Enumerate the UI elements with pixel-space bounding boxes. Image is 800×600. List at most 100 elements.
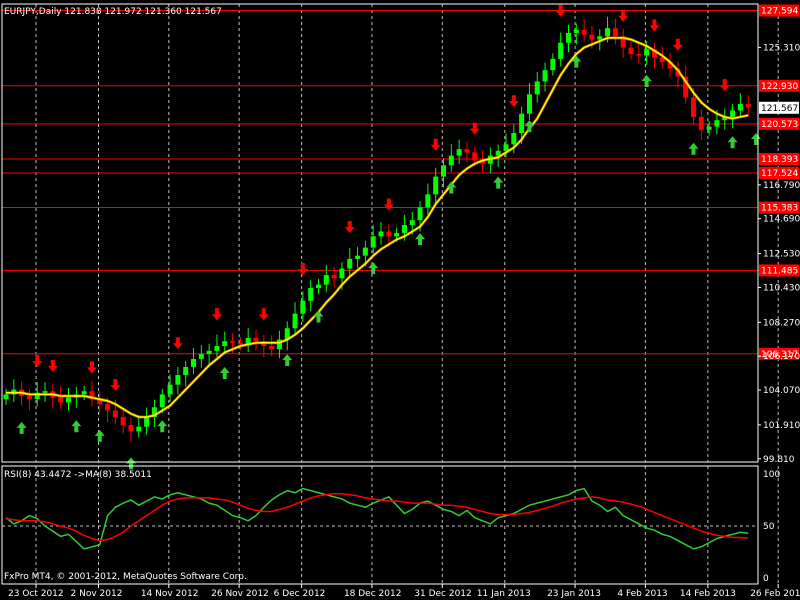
bull-candle	[542, 70, 548, 82]
price-tick-label: 104.070	[763, 386, 800, 396]
level-price-label: 118.393	[761, 155, 798, 165]
bull-candle	[558, 42, 564, 59]
bull-candle	[706, 126, 712, 130]
price-tick-label: 106.170	[763, 352, 800, 362]
bull-candle	[191, 358, 196, 367]
bear-candle	[636, 54, 642, 56]
bull-candle	[425, 194, 431, 208]
level-price-label: 127.594	[761, 7, 798, 17]
bull-candle	[362, 247, 368, 256]
level-price-label: 111.485	[761, 266, 798, 276]
level-price-label: 122.930	[761, 82, 798, 92]
bull-candle	[409, 220, 415, 226]
bull-candle	[401, 225, 407, 234]
bull-candle	[737, 104, 743, 111]
price-tick-label: 108.270	[763, 318, 800, 328]
bull-candle	[308, 287, 314, 301]
bear-candle	[253, 337, 259, 342]
symbol-header: EURJPY,Daily 121.838 121.972 121.360 121…	[4, 7, 222, 17]
bear-candle	[745, 104, 751, 108]
bull-candle	[300, 300, 306, 314]
bull-candle	[394, 233, 400, 237]
chart-background	[0, 0, 800, 600]
bear-candle	[58, 397, 64, 403]
date-tick-label: 6 Dec 2012	[274, 589, 326, 599]
bear-candle	[589, 34, 595, 40]
bull-candle	[66, 397, 71, 403]
date-tick-label: 26 Feb 2013	[750, 589, 800, 599]
bull-candle	[3, 394, 9, 400]
bear-candle	[269, 346, 275, 350]
bear-candle	[691, 97, 696, 117]
price-tick-label: 110.430	[763, 283, 800, 293]
last-price-label: 121.567	[761, 104, 798, 114]
price-tick-label: 112.530	[763, 250, 800, 260]
bull-candle	[175, 375, 181, 385]
bull-candle	[159, 394, 165, 408]
date-tick-label: 23 Oct 2012	[8, 589, 64, 599]
bull-candle	[573, 29, 579, 34]
date-tick-label: 26 Nov 2012	[211, 589, 269, 599]
bear-candle	[230, 341, 236, 343]
bull-candle	[714, 120, 720, 127]
date-tick-label: 14 Feb 2013	[680, 589, 736, 599]
bear-candle	[628, 47, 634, 55]
rsi-header: RSI(8) 43.4472 ->MA(8) 38.5011	[4, 470, 152, 480]
bear-candle	[105, 404, 111, 411]
bull-candle	[566, 33, 571, 43]
bull-candle	[167, 384, 173, 395]
price-tick-label: 125.310	[763, 43, 800, 53]
bull-candle	[292, 313, 298, 329]
price-tick-label: 101.910	[763, 421, 800, 431]
date-tick-label: 23 Jan 2013	[547, 589, 601, 599]
date-tick-label: 11 Jan 2013	[477, 589, 531, 599]
bear-candle	[120, 416, 126, 426]
price-tick-label: 114.690	[763, 215, 800, 225]
bull-candle	[370, 236, 376, 248]
bear-candle	[386, 231, 392, 237]
price-chart[interactable]: 127.594 125.310 122.930 121.567 120.573 118.3…	[0, 0, 800, 600]
bull-candle	[605, 28, 611, 37]
price-tick-label: 99.810	[763, 455, 795, 465]
rsi-tick-label: 50	[763, 522, 775, 532]
bull-candle	[519, 113, 525, 134]
bull-candle	[136, 426, 142, 432]
bear-candle	[698, 116, 704, 130]
bull-candle	[526, 94, 532, 114]
bull-candle	[534, 81, 540, 95]
bull-candle	[183, 366, 189, 376]
date-tick-label: 14 Nov 2012	[141, 589, 199, 599]
date-tick-label: 31 Dec 2012	[414, 589, 472, 599]
bull-candle	[730, 110, 736, 117]
date-tick-label: 2 Nov 2012	[71, 589, 123, 599]
bull-candle	[316, 284, 321, 288]
bear-candle	[128, 425, 134, 432]
bull-candle	[347, 258, 353, 269]
bull-candle	[550, 58, 556, 71]
bull-candle	[206, 350, 212, 355]
rsi-tick-label: 100	[763, 470, 780, 480]
bull-candle	[42, 391, 48, 393]
bear-candle	[464, 149, 470, 153]
bull-candle	[339, 268, 345, 279]
bear-candle	[581, 29, 587, 35]
bull-candle	[222, 341, 228, 347]
bull-candle	[417, 207, 423, 221]
bear-candle	[612, 28, 618, 37]
bull-candle	[378, 231, 384, 237]
bull-candle	[441, 165, 446, 177]
bear-candle	[112, 410, 118, 417]
level-price-label: 117.524	[761, 169, 798, 179]
rsi-tick-label: 0	[763, 574, 769, 584]
date-tick-label: 18 Dec 2012	[344, 589, 402, 599]
bull-candle	[323, 275, 329, 285]
level-price-label: 115.383	[761, 204, 798, 214]
bull-candle	[644, 49, 650, 56]
bull-candle	[511, 133, 517, 145]
bull-candle	[433, 176, 439, 195]
bear-candle	[331, 275, 337, 279]
bull-candle	[214, 346, 220, 351]
bull-candle	[81, 391, 87, 395]
price-tick-label: 116.790	[763, 181, 800, 191]
bear-candle	[472, 152, 478, 161]
